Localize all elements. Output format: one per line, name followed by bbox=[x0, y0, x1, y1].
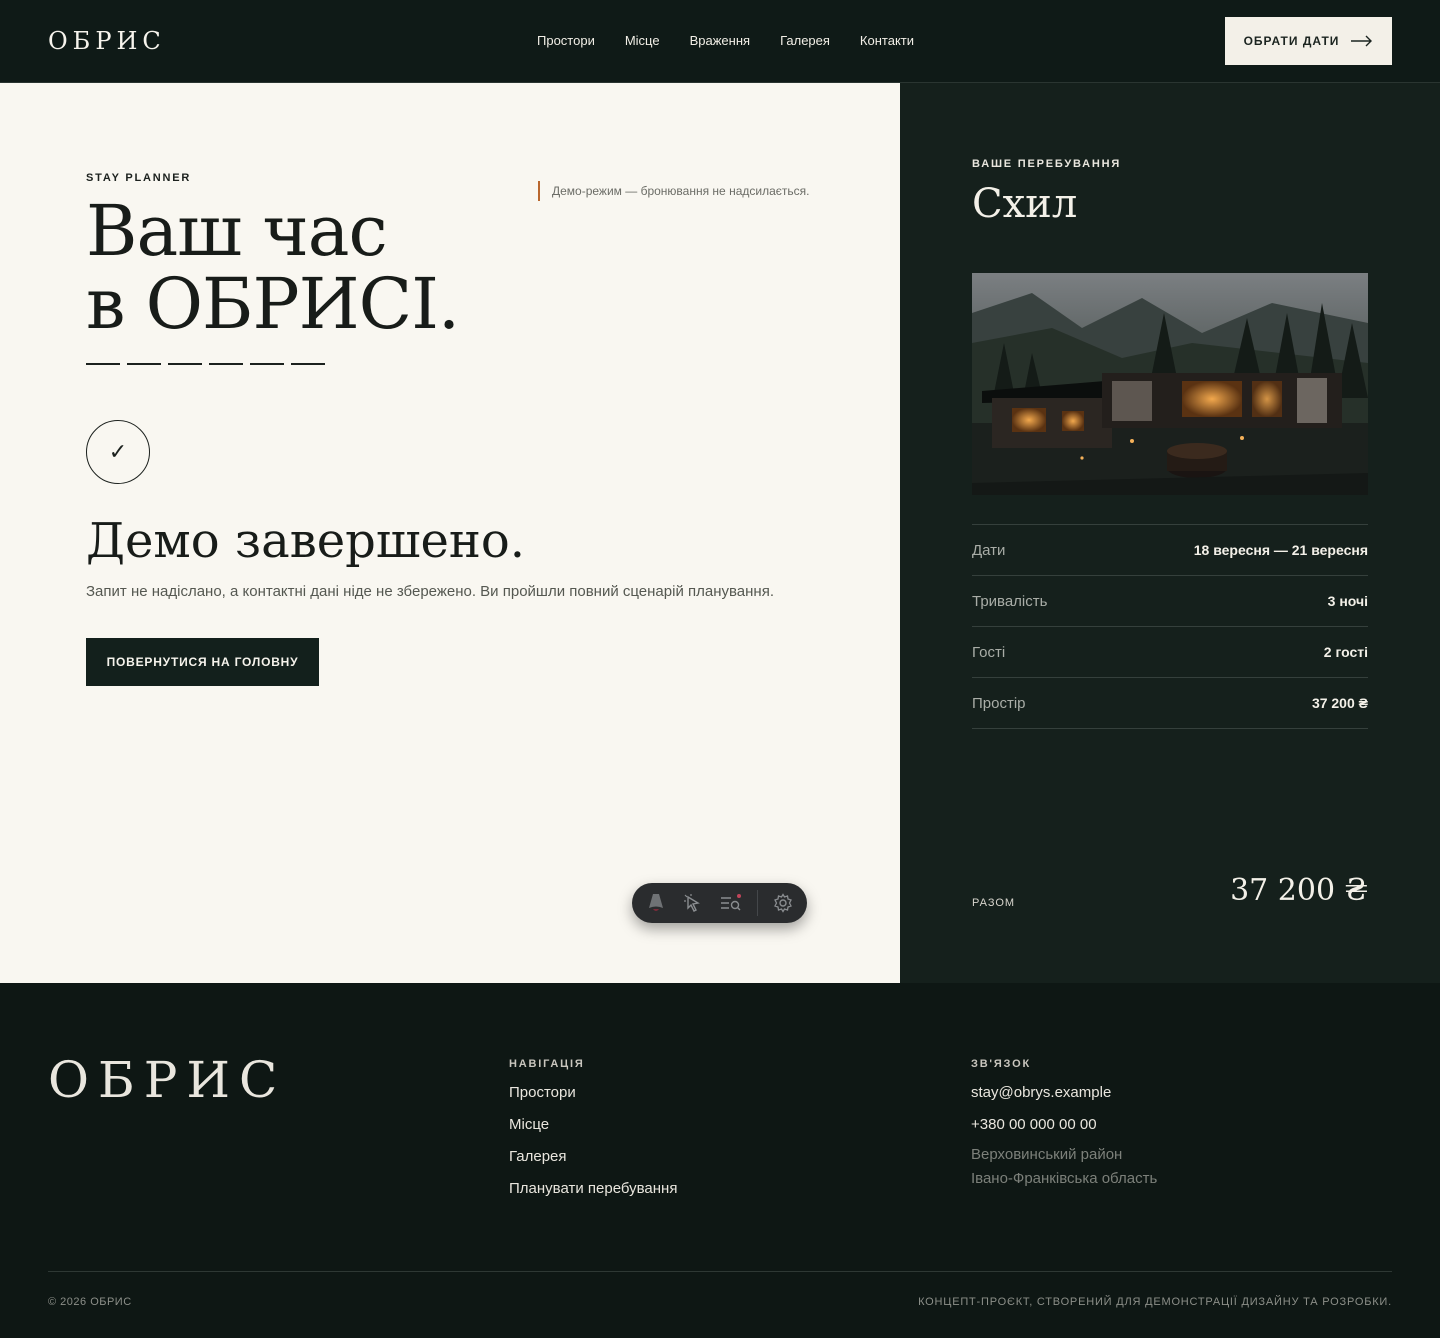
nav-link-gallery[interactable]: Галерея bbox=[780, 33, 830, 48]
total-label: РАЗОМ bbox=[972, 897, 1016, 909]
cursor-select-icon[interactable] bbox=[682, 891, 706, 915]
back-home-button[interactable]: ПОВЕРНУТИСЯ НА ГОЛОВНУ bbox=[86, 638, 319, 686]
stay-summary-panel: ВАШЕ ПЕРЕБУВАННЯ Схил Дати 18 вересня — … bbox=[900, 83, 1440, 983]
planner-panel: STAY PLANNER Демо-режим — бронювання не … bbox=[0, 83, 900, 983]
main-nav: Простори Місце Враження Галерея Контакти bbox=[537, 33, 914, 48]
choose-dates-button[interactable]: ОБРАТИ ДАТИ bbox=[1225, 17, 1392, 65]
footer-link-place[interactable]: Місце bbox=[509, 1115, 677, 1135]
settings-gear-icon[interactable] bbox=[771, 891, 795, 915]
planner-title: Ваш час в ОБРИСІ. bbox=[86, 195, 460, 341]
progress-step bbox=[209, 363, 243, 365]
footer-address-line2: Івано-Франківська область bbox=[971, 1170, 1158, 1187]
detail-row-guests: Гості 2 гості bbox=[972, 627, 1368, 678]
progress-step bbox=[86, 363, 120, 365]
detail-row-duration: Тривалість 3 ночі bbox=[972, 576, 1368, 627]
done-description: Запит не надіслано, а контактні дані нід… bbox=[86, 583, 775, 600]
stay-name: Схил bbox=[972, 181, 1078, 227]
footer-address: Верховинський район Івано-Франківська об… bbox=[971, 1143, 1157, 1191]
planner-eyebrow: STAY PLANNER bbox=[86, 172, 192, 184]
footer-divider bbox=[48, 1271, 1392, 1272]
detail-key: Гості bbox=[972, 643, 1006, 661]
nav-link-spaces[interactable]: Простори bbox=[537, 33, 595, 48]
astro-icon[interactable] bbox=[644, 891, 668, 915]
footer-link-spaces[interactable]: Простори bbox=[509, 1083, 677, 1103]
footer-nav-title: НАВІГАЦІЯ bbox=[509, 1058, 585, 1070]
progress-step bbox=[168, 363, 202, 365]
dev-toolbar bbox=[632, 883, 807, 923]
choose-dates-label: ОБРАТИ ДАТИ bbox=[1243, 34, 1340, 48]
site-header: ОБРИС Простори Місце Враження Галерея Ко… bbox=[0, 0, 1440, 83]
footer-link-gallery[interactable]: Галерея bbox=[509, 1147, 677, 1167]
detail-value: 18 вересня — 21 вересня bbox=[1193, 542, 1368, 558]
footer-logo: ОБРИС bbox=[48, 1051, 287, 1109]
concept-note: КОНЦЕПТ-ПРОЄКТ, СТВОРЕНИЙ ДЛЯ ДЕМОНСТРАЦ… bbox=[918, 1296, 1392, 1308]
detail-key: Простір bbox=[972, 694, 1026, 712]
nav-link-contacts[interactable]: Контакти bbox=[860, 33, 914, 48]
copyright: © 2026 ОБРИС bbox=[48, 1296, 132, 1308]
total-value: 37 200 ₴ bbox=[1230, 873, 1368, 908]
progress-step bbox=[127, 363, 161, 365]
planner-title-line2: в ОБРИСІ. bbox=[86, 263, 460, 345]
done-title: Демо завершено. bbox=[86, 513, 526, 569]
demo-mode-note: Демо-режим — бронювання не надсилається. bbox=[538, 181, 809, 201]
nav-link-place[interactable]: Місце bbox=[625, 33, 660, 48]
detail-value: 37 200 ₴ bbox=[1311, 695, 1368, 711]
footer-phone-link[interactable]: +380 00 000 00 00 bbox=[971, 1115, 1157, 1135]
detail-row-dates: Дати 18 вересня — 21 вересня bbox=[972, 525, 1368, 576]
detail-value: 2 гості bbox=[1323, 644, 1368, 660]
search-list-icon[interactable] bbox=[719, 891, 743, 915]
cabin-photo bbox=[972, 273, 1368, 495]
arrow-right-icon bbox=[1351, 35, 1373, 47]
planner-title-line1: Ваш час bbox=[86, 190, 388, 272]
footer-address-line1: Верховинський район bbox=[971, 1146, 1123, 1163]
nav-link-experiences[interactable]: Враження bbox=[690, 33, 750, 48]
checkmark-icon: ✓ bbox=[86, 420, 150, 484]
detail-row-space: Простір 37 200 ₴ bbox=[972, 678, 1368, 729]
progress-step bbox=[250, 363, 284, 365]
progress-step bbox=[291, 363, 325, 365]
footer-contact-title: ЗВ'ЯЗОК bbox=[971, 1058, 1031, 1070]
footer-nav-list: Простори Місце Галерея Планувати перебув… bbox=[509, 1083, 677, 1199]
stay-details-list: Дати 18 вересня — 21 вересня Тривалість … bbox=[972, 524, 1368, 729]
footer-contact-list: stay@obrys.example +380 00 000 00 00 Вер… bbox=[971, 1083, 1157, 1191]
site-footer: ОБРИС НАВІГАЦІЯ Простори Місце Галерея П… bbox=[0, 983, 1440, 1338]
footer-link-plan-stay[interactable]: Планувати перебування bbox=[509, 1179, 677, 1199]
detail-key: Тривалість bbox=[972, 592, 1048, 610]
detail-value: 3 ночі bbox=[1327, 593, 1368, 609]
footer-email-link[interactable]: stay@obrys.example bbox=[971, 1083, 1157, 1103]
progress-steps bbox=[86, 363, 325, 365]
logo[interactable]: ОБРИС bbox=[48, 27, 166, 55]
detail-key: Дати bbox=[972, 541, 1006, 559]
toolbar-divider bbox=[756, 890, 758, 916]
stay-summary-label: ВАШЕ ПЕРЕБУВАННЯ bbox=[972, 158, 1122, 170]
